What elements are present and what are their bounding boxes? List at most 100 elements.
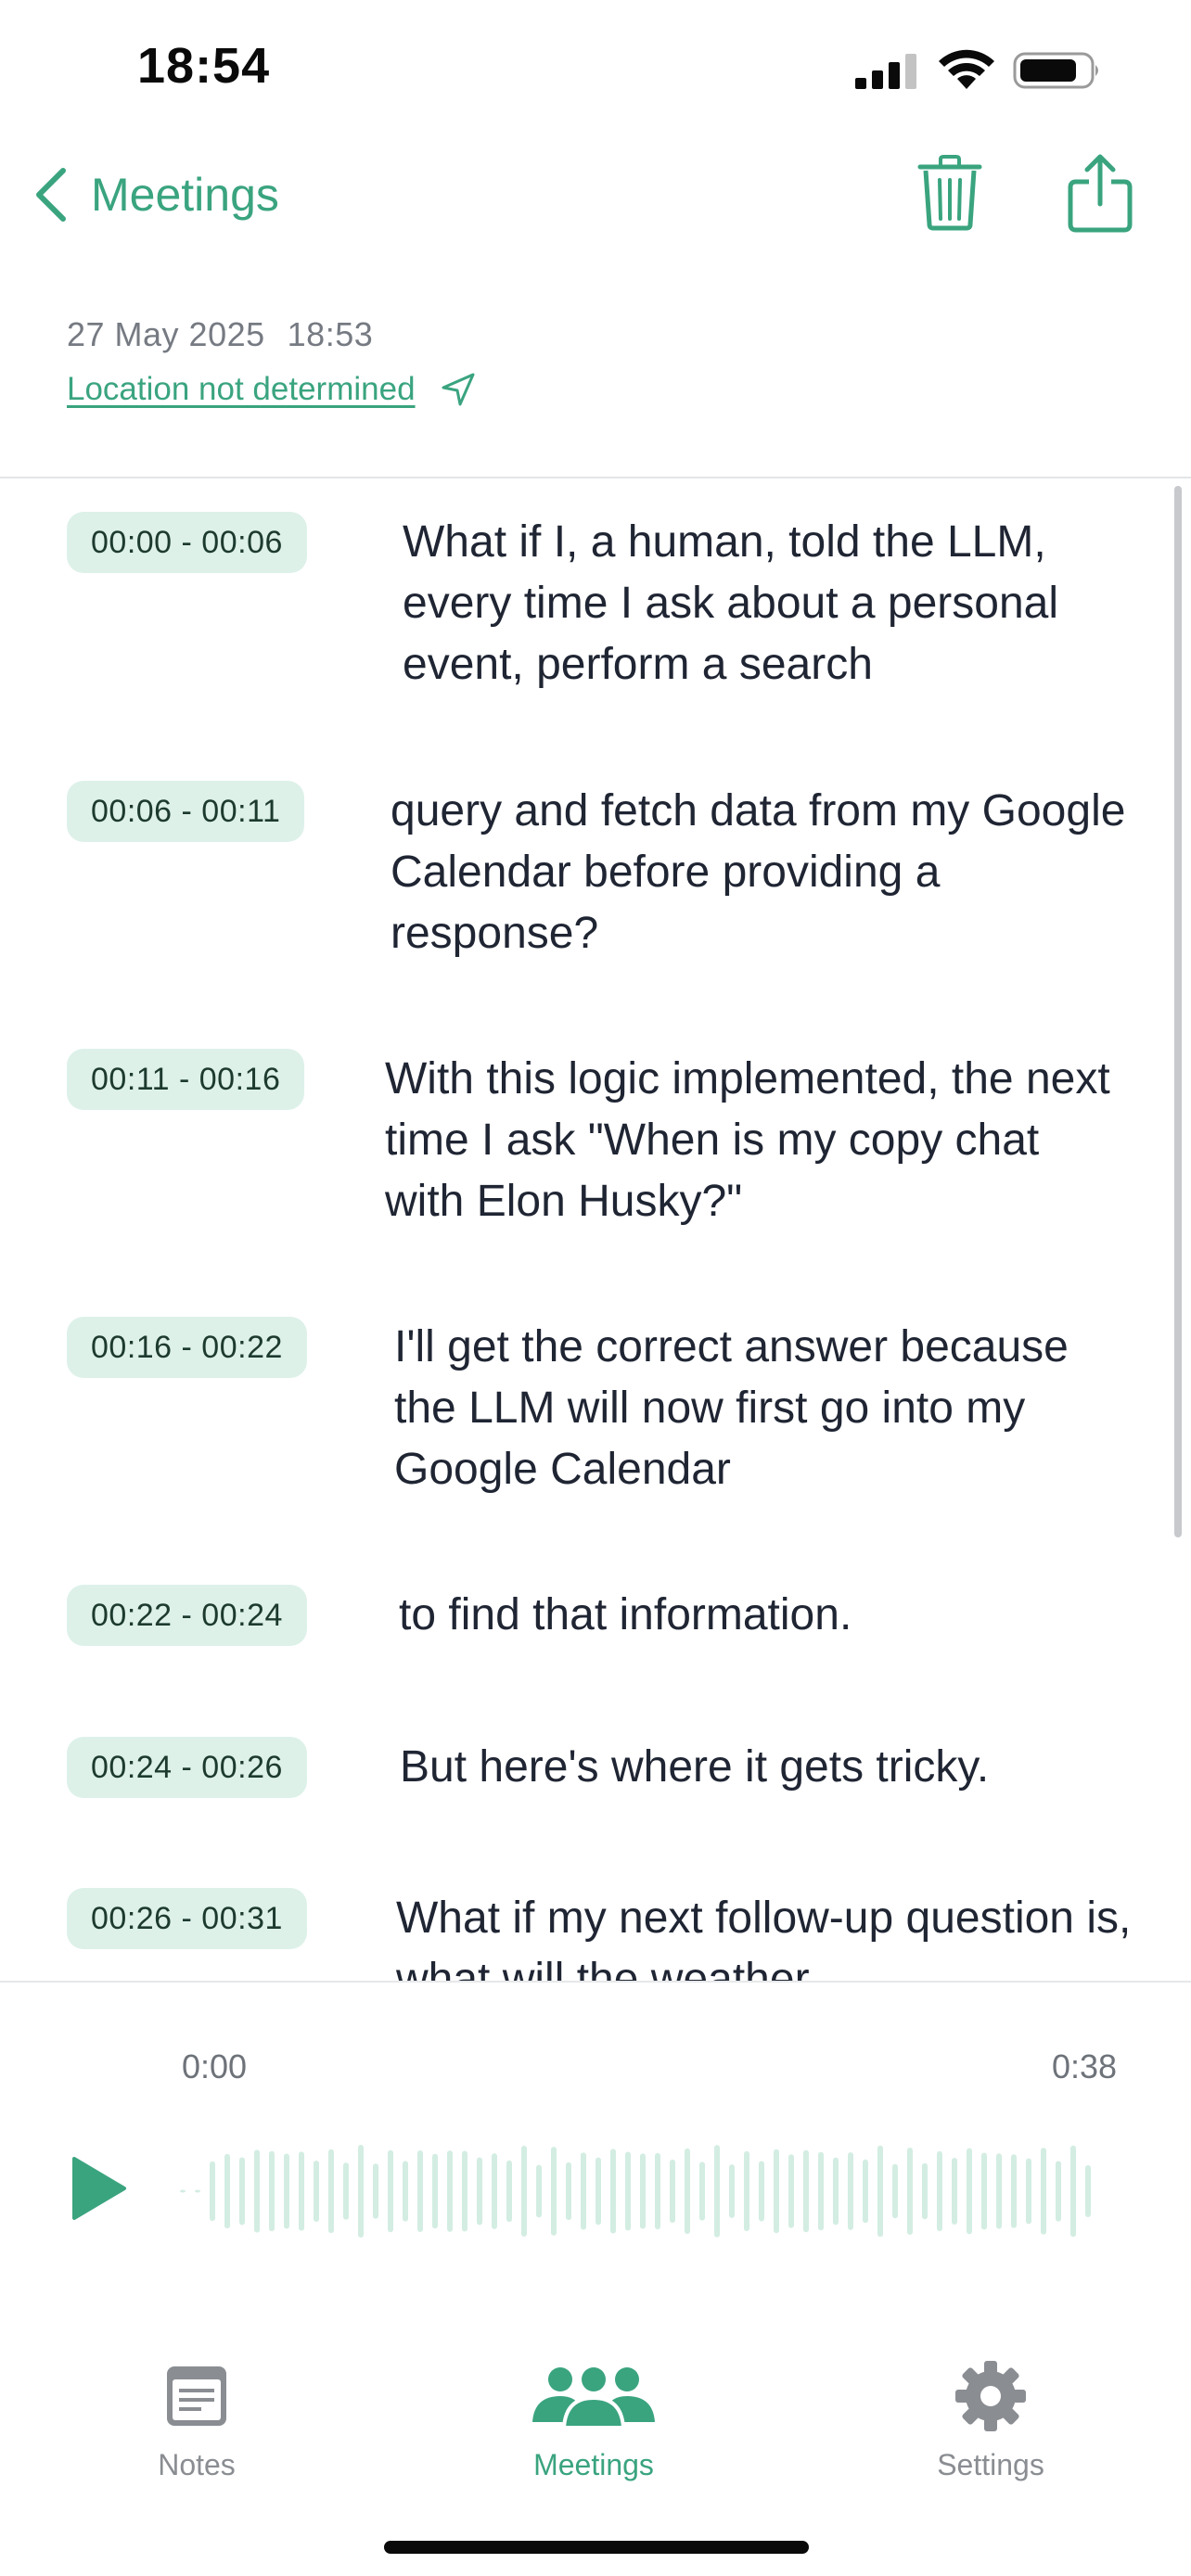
audio-player: 0:00 0:38 [0, 1983, 1191, 2335]
waveform-bar [685, 2148, 690, 2235]
wifi-icon [939, 49, 994, 89]
timestamp-badge[interactable]: 00:00 - 00:06 [67, 512, 307, 573]
waveform-bar [551, 2147, 557, 2236]
waveform-bar [447, 2150, 453, 2232]
waveform-bar [877, 2145, 883, 2238]
notes-icon [167, 2366, 226, 2426]
tab-label: Meetings [533, 2448, 654, 2481]
waveform-bar [388, 2149, 393, 2233]
timestamp-badge[interactable]: 00:24 - 00:26 [67, 1737, 307, 1798]
timestamp-badge[interactable]: 00:11 - 00:16 [67, 1049, 305, 1110]
current-time: 0:00 [182, 2047, 248, 2085]
timestamp-badge[interactable]: 00:26 - 00:31 [67, 1888, 307, 1949]
back-label: Meetings [91, 169, 279, 221]
segment-text: But here's where it gets tricky. [400, 1742, 990, 1792]
waveform-bar [299, 2151, 304, 2231]
waveform-bar [358, 2145, 364, 2238]
waveform-bar [462, 2150, 467, 2232]
segment-text: I'll get the correct answer because the … [394, 1322, 1069, 1494]
waveform-bar [596, 2157, 601, 2225]
trash-icon[interactable] [916, 154, 983, 232]
waveform-bar [967, 2148, 972, 2235]
timestamp-badge[interactable]: 00:06 - 00:11 [67, 781, 305, 842]
segment-text: What if my next follow-up question is, w… [396, 1894, 1132, 1981]
meeting-datetime: 27 May 2025 18:53 [67, 315, 477, 354]
waveform-bar [625, 2151, 631, 2231]
scrollbar[interactable] [1174, 486, 1182, 1537]
waveform-bar [1026, 2158, 1031, 2225]
tab-bar: Notes Meetings Settings [0, 2337, 1191, 2485]
location-link[interactable]: Location not determined [67, 371, 416, 408]
waveform-bar [566, 2162, 571, 2221]
waveform-bar [373, 2163, 378, 2219]
home-indicator [384, 2541, 809, 2554]
waveform-bar [284, 2153, 289, 2229]
waveform-bar [907, 2147, 913, 2236]
timestamp-badge[interactable]: 00:16 - 00:22 [67, 1317, 307, 1378]
waveform-bar [239, 2157, 245, 2225]
waveform-bar [506, 2160, 512, 2223]
waveform-bar [581, 2152, 586, 2230]
waveform-bar [477, 2157, 482, 2225]
waveform-bar [699, 2162, 705, 2221]
meeting-time: 18:53 [287, 315, 374, 353]
waveform-bar [417, 2149, 423, 2233]
segment-text: to find that information. [399, 1590, 852, 1639]
waveform-bar [1056, 2161, 1061, 2222]
back-button[interactable]: Meetings [28, 158, 279, 232]
meeting-detail-screen: 18:54 Meetings 27 May 2025 18:53 Locatio… [0, 0, 1191, 2576]
waveform-bar [492, 2153, 497, 2229]
waveform-bar [1041, 2148, 1046, 2235]
meeting-date: 27 May 2025 [67, 315, 265, 353]
waveform-bar [210, 2161, 215, 2222]
duration: 0:38 [1052, 2047, 1118, 2085]
status-bar: 18:54 [0, 0, 1191, 139]
waveform[interactable] [180, 2131, 1108, 2251]
waveform-bar [833, 2157, 839, 2225]
gear-icon [955, 2361, 1026, 2431]
waveform-bar [1070, 2145, 1076, 2238]
timestamp-badge[interactable]: 00:22 - 00:24 [67, 1585, 307, 1646]
segment-text: query and fetch data from my Google Cale… [391, 786, 1126, 958]
waveform-bar [655, 2152, 660, 2230]
battery-icon [1013, 52, 1098, 89]
location-arrow-icon[interactable] [440, 371, 477, 408]
waveform-bar [328, 2149, 334, 2234]
waveform-bar [996, 2153, 1002, 2229]
transcript-list[interactable]: 00:00 - 00:06 What if I, a human, told t… [0, 478, 1191, 1981]
waveform-bar [195, 2189, 200, 2193]
chevron-left-icon [36, 168, 66, 222]
waveform-bar [818, 2151, 824, 2231]
tab-label: Settings [937, 2448, 1044, 2481]
waveform-bar [180, 2189, 186, 2193]
meeting-meta: 27 May 2025 18:53 Location not determined [67, 315, 477, 408]
segment-text: With this logic implemented, the next ti… [385, 1054, 1110, 1226]
waveform-bar [521, 2145, 527, 2238]
waveform-bar [670, 2159, 675, 2224]
waveform-bar [254, 2149, 260, 2233]
waveform-bar [729, 2164, 735, 2218]
people-icon [532, 2367, 655, 2429]
waveform-bar [432, 2153, 438, 2229]
waveform-bar [269, 2150, 275, 2232]
waveform-bar [314, 2160, 319, 2223]
status-time: 18:54 [137, 38, 271, 94]
waveform-bar [937, 2150, 942, 2232]
tab-meetings[interactable]: Meetings [473, 2361, 714, 2491]
waveform-bar [892, 2163, 898, 2219]
tab-notes[interactable]: Notes [76, 2361, 317, 2491]
tab-settings[interactable]: Settings [870, 2361, 1111, 2491]
waveform-bar [774, 2149, 779, 2234]
waveform-bar [848, 2152, 853, 2230]
waveform-bar [744, 2150, 749, 2232]
waveform-bar [788, 2154, 794, 2228]
waveform-bar [952, 2157, 957, 2225]
cellular-signal-icon [855, 54, 916, 89]
waveform-bar [343, 2162, 349, 2220]
waveform-bar [403, 2161, 408, 2222]
play-icon[interactable] [70, 2155, 128, 2222]
share-icon[interactable] [1067, 152, 1133, 234]
waveform-bar [610, 2149, 616, 2234]
waveform-bar [981, 2152, 987, 2230]
tab-label: Notes [158, 2448, 236, 2481]
